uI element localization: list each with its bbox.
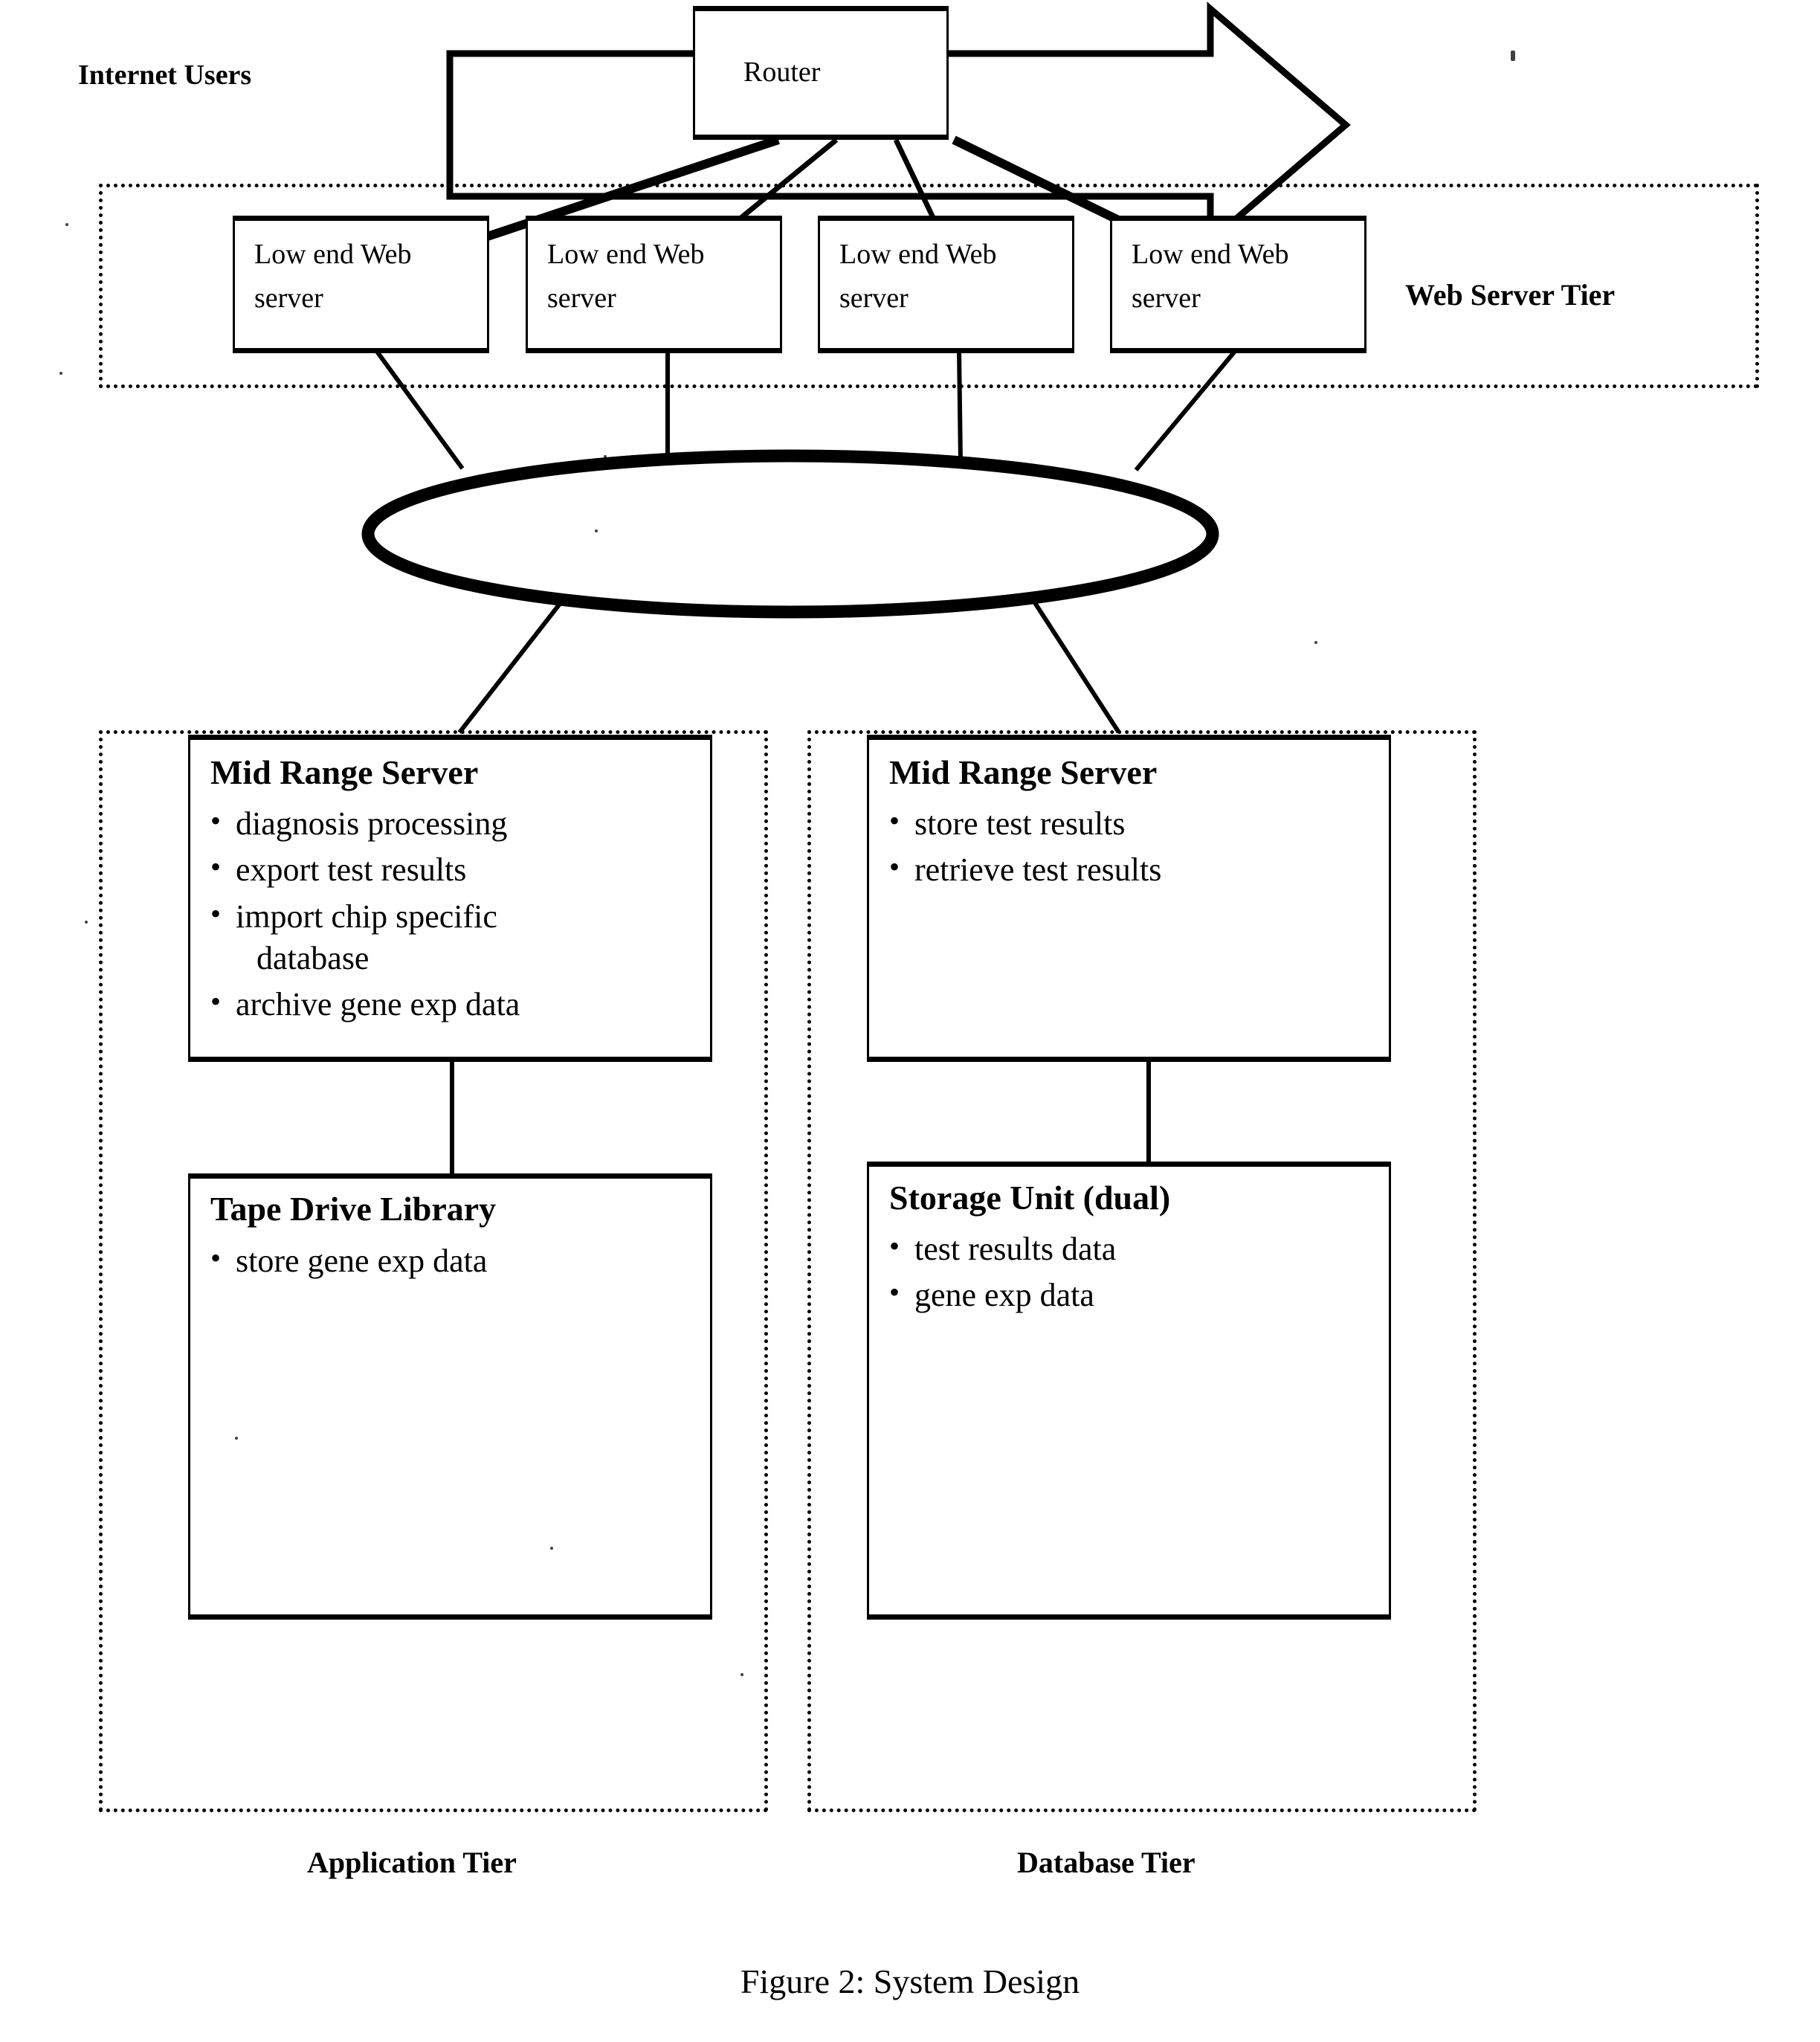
bullet-text: export test results bbox=[236, 851, 467, 889]
bullet-text: database bbox=[256, 939, 370, 976]
app-mid-range-server-bullets: diagnosis processing export test results… bbox=[210, 802, 709, 1031]
list-item: store gene exp data bbox=[210, 1239, 709, 1282]
list-item: store test results bbox=[889, 802, 1387, 845]
figure-page: Router Internet Users Web Server Tier Lo… bbox=[0, 0, 1820, 2042]
scan-speck bbox=[235, 1437, 238, 1440]
network-ellipse bbox=[361, 449, 1219, 619]
web-server-line2: server bbox=[254, 282, 323, 314]
web-server-label-4: Low end Web server bbox=[1132, 233, 1289, 321]
web-server-label-1: Low end Web server bbox=[254, 233, 412, 321]
scan-speck bbox=[550, 1547, 553, 1550]
list-item: gene exp data bbox=[889, 1273, 1387, 1316]
bullet-text: import chip specific bbox=[236, 898, 497, 935]
bullet-text: archive gene exp data bbox=[236, 986, 520, 1023]
storage-unit-bullets: test results data gene exp data bbox=[889, 1227, 1387, 1321]
bullet-text: test results data bbox=[914, 1231, 1117, 1267]
db-mid-range-server-title: Mid Range Server bbox=[889, 753, 1158, 791]
tape-drive-library-bullets: store gene exp data bbox=[210, 1239, 709, 1286]
app-mid-range-server-title: Mid Range Server bbox=[210, 753, 479, 791]
storage-unit-title: Storage Unit (dual) bbox=[889, 1179, 1171, 1217]
db-mid-range-server-bullets: store test results retrieve test results bbox=[889, 802, 1387, 896]
bullet-text: retrieve test results bbox=[914, 851, 1162, 889]
web-server-label-3: Low end Web server bbox=[839, 233, 997, 321]
router-box[interactable] bbox=[693, 6, 949, 140]
link-network-app-server bbox=[457, 596, 567, 734]
web-server-line1: Low end Web bbox=[1132, 239, 1289, 270]
scan-speck bbox=[595, 529, 598, 532]
database-tier-label: Database Tier bbox=[1017, 1846, 1195, 1879]
list-item: export test results bbox=[210, 848, 709, 891]
list-item: import chip specific bbox=[210, 895, 709, 938]
web-server-line1: Low end Web bbox=[254, 239, 412, 270]
scan-speck bbox=[59, 372, 62, 375]
web-server-line2: server bbox=[547, 282, 616, 314]
scan-speck bbox=[740, 1673, 743, 1676]
web-server-line1: Low end Web bbox=[839, 239, 997, 270]
scan-speck bbox=[604, 455, 607, 458]
scan-speck bbox=[65, 223, 68, 226]
figure-caption: Figure 2: System Design bbox=[740, 1962, 1080, 2000]
web-server-tier-label: Web Server Tier bbox=[1405, 278, 1616, 312]
web-server-line2: server bbox=[1132, 282, 1201, 314]
bullet-text: diagnosis processing bbox=[236, 805, 508, 842]
list-item: archive gene exp data bbox=[210, 982, 709, 1025]
internet-users-label: Internet Users bbox=[78, 59, 252, 91]
list-item: test results data bbox=[889, 1227, 1387, 1270]
list-item-continuation: database bbox=[210, 938, 709, 979]
web-server-label-2: Low end Web server bbox=[547, 233, 705, 321]
tape-drive-library-title: Tape Drive Library bbox=[210, 1190, 497, 1228]
list-item: diagnosis processing bbox=[210, 802, 709, 845]
bullet-text: gene exp data bbox=[914, 1277, 1094, 1314]
scan-speck bbox=[1511, 51, 1515, 61]
bullet-text: store test results bbox=[914, 805, 1126, 842]
bullet-text: store gene exp data bbox=[236, 1243, 488, 1279]
web-server-line2: server bbox=[839, 282, 909, 314]
list-item: retrieve test results bbox=[889, 848, 1387, 891]
application-tier-label: Application Tier bbox=[307, 1846, 517, 1879]
link-network-db-server bbox=[1029, 596, 1121, 734]
web-server-line1: Low end Web bbox=[547, 239, 705, 270]
scan-speck bbox=[1314, 641, 1317, 644]
scan-speck bbox=[85, 921, 88, 924]
router-label: Router bbox=[743, 57, 821, 88]
